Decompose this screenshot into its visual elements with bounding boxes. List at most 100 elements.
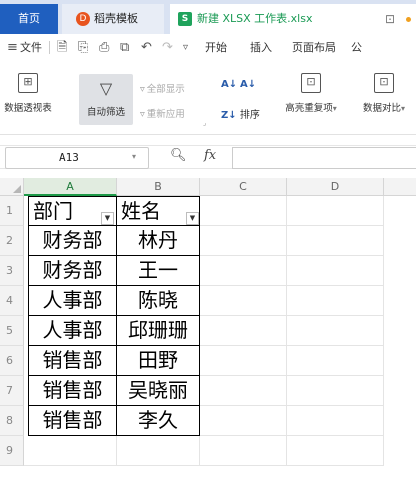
- divider: [49, 41, 50, 54]
- header-name: 姓名: [121, 199, 161, 223]
- fx-icon[interactable]: fx: [204, 148, 216, 163]
- empty-cell[interactable]: [287, 196, 384, 226]
- pin-icon[interactable]: ⊡: [385, 4, 395, 34]
- menu-home[interactable]: 开始: [205, 34, 227, 61]
- filter-dropdown-icon[interactable]: ▼: [101, 212, 114, 225]
- empty-cell[interactable]: [287, 436, 384, 466]
- empty-cell[interactable]: [200, 376, 287, 406]
- cell-reference: A13: [59, 151, 79, 164]
- reapply-icon: ▿: [140, 109, 145, 120]
- table-cell[interactable]: 财务部: [28, 226, 117, 256]
- table-cell[interactable]: 销售部: [28, 406, 117, 436]
- more-icon[interactable]: ▿: [183, 34, 188, 61]
- empty-cell[interactable]: [200, 436, 287, 466]
- zoom-icon[interactable]: 🔍︎: [170, 148, 187, 163]
- pivot-table-button[interactable]: ⊞ 数据透视表: [2, 61, 54, 133]
- empty-cell[interactable]: [287, 316, 384, 346]
- menu-insert[interactable]: 插入: [250, 34, 272, 61]
- highlight-duplicates-button[interactable]: ⊡ 高亮重复项▾: [282, 61, 340, 133]
- sort-asc-button[interactable]: A↓: [221, 79, 237, 90]
- save-icon[interactable]: 🗎: [57, 34, 67, 61]
- row-header[interactable]: 2: [0, 226, 24, 256]
- row-header[interactable]: 8: [0, 406, 24, 436]
- empty-cell[interactable]: [200, 286, 287, 316]
- empty-cell[interactable]: [287, 286, 384, 316]
- column-header-c[interactable]: C: [200, 178, 287, 196]
- formula-input[interactable]: [232, 147, 416, 169]
- sort-button[interactable]: Z↓ 排序: [221, 106, 260, 121]
- autofilter-button[interactable]: ▽ 自动筛选: [79, 74, 133, 125]
- sort-desc-icon: A↓: [240, 79, 257, 90]
- empty-cell[interactable]: [287, 406, 384, 436]
- table-cell[interactable]: 李久: [117, 406, 200, 436]
- table-cell[interactable]: 销售部: [28, 376, 117, 406]
- empty-cell[interactable]: [200, 316, 287, 346]
- tab-document-label: 新建 XLSX 工作表.xlsx: [197, 12, 313, 25]
- tab-bar: 首页 D 稻壳模板 S 新建 XLSX 工作表.xlsx ⊡: [0, 0, 416, 34]
- reapply-button[interactable]: ▿ 重新应用: [140, 106, 185, 120]
- empty-cell[interactable]: [200, 256, 287, 286]
- spreadsheet-grid[interactable]: A B C D 1 2 3 4 5 6 7 8 9 部门 ▼ 姓名 ▼ 财务部 …: [0, 178, 416, 479]
- tab-template-label: 稻壳模板: [94, 12, 138, 25]
- sort-desc-button[interactable]: A↓: [240, 79, 256, 90]
- table-cell[interactable]: 人事部: [28, 286, 117, 316]
- empty-cell[interactable]: [287, 256, 384, 286]
- table-cell[interactable]: 王一: [117, 256, 200, 286]
- row-header[interactable]: 3: [0, 256, 24, 286]
- row-header[interactable]: 7: [0, 376, 24, 406]
- empty-cell[interactable]: [287, 346, 384, 376]
- row-header[interactable]: 1: [0, 196, 24, 226]
- highlight-duplicates-label: 高亮重复项▾: [285, 103, 337, 114]
- row-header[interactable]: 9: [0, 436, 24, 466]
- data-compare-button[interactable]: ⊡ 数据对比▾: [352, 61, 416, 133]
- hamburger-icon[interactable]: ≡: [7, 34, 18, 61]
- print-preview-icon[interactable]: ⧉: [120, 34, 129, 61]
- chevron-down-icon[interactable]: ▾: [132, 152, 136, 161]
- filter-dropdown-icon[interactable]: ▼: [186, 212, 199, 225]
- column-header-a[interactable]: A: [24, 178, 117, 196]
- empty-cell[interactable]: [24, 436, 117, 466]
- table-cell[interactable]: 财务部: [28, 256, 117, 286]
- select-all-corner[interactable]: [0, 178, 24, 196]
- print-icon[interactable]: ⎙: [99, 34, 109, 61]
- column-header-b[interactable]: B: [117, 178, 200, 196]
- table-cell[interactable]: 陈晓: [117, 286, 200, 316]
- data-compare-label: 数据对比▾: [362, 103, 406, 114]
- menu-formulas[interactable]: 公: [351, 34, 362, 61]
- empty-cell[interactable]: [117, 436, 200, 466]
- table-cell[interactable]: 田野: [117, 346, 200, 376]
- sort-icon: Z↓: [221, 110, 237, 121]
- column-header-e[interactable]: [384, 178, 416, 196]
- undo-icon[interactable]: ↶: [141, 34, 152, 61]
- row-header[interactable]: 6: [0, 346, 24, 376]
- tab-home[interactable]: 首页: [0, 4, 58, 34]
- empty-cell[interactable]: [287, 376, 384, 406]
- table-cell[interactable]: 人事部: [28, 316, 117, 346]
- table-cell[interactable]: 邱珊珊: [117, 316, 200, 346]
- unsaved-dot-icon: [406, 17, 411, 22]
- table-cell[interactable]: 林丹: [117, 226, 200, 256]
- empty-cell[interactable]: [200, 226, 287, 256]
- name-box[interactable]: A13 ▾: [5, 147, 149, 169]
- menu-page-layout[interactable]: 页面布局: [292, 34, 336, 61]
- empty-cell[interactable]: [200, 196, 287, 226]
- tab-document[interactable]: S 新建 XLSX 工作表.xlsx ⊡: [170, 4, 416, 34]
- row-header[interactable]: 5: [0, 316, 24, 346]
- show-all-button[interactable]: ▿ 全部显示: [140, 81, 185, 95]
- empty-cell[interactable]: [200, 406, 287, 436]
- reapply-label: 重新应用: [146, 109, 185, 120]
- empty-cell[interactable]: [200, 346, 287, 376]
- redo-icon[interactable]: ↷: [162, 34, 173, 61]
- highlight-duplicates-icon: ⊡: [301, 73, 321, 93]
- tab-template[interactable]: D 稻壳模板: [62, 4, 164, 34]
- row-header[interactable]: 4: [0, 286, 24, 316]
- group-expand-icon[interactable]: ⌟: [203, 119, 206, 127]
- empty-cell[interactable]: [287, 226, 384, 256]
- table-cell[interactable]: 吴晓丽: [117, 376, 200, 406]
- table-cell[interactable]: 销售部: [28, 346, 117, 376]
- column-header-d[interactable]: D: [287, 178, 384, 196]
- menu-file[interactable]: 文件: [20, 34, 42, 61]
- menu-bar: ≡ 文件 🗎 ⎘ ⎙ ⧉ ↶ ↷ ▿ 开始 插入 页面布局 公: [0, 34, 416, 61]
- output-icon[interactable]: ⎘: [78, 34, 88, 61]
- formula-bar: A13 ▾ 🔍︎ fx: [0, 145, 416, 169]
